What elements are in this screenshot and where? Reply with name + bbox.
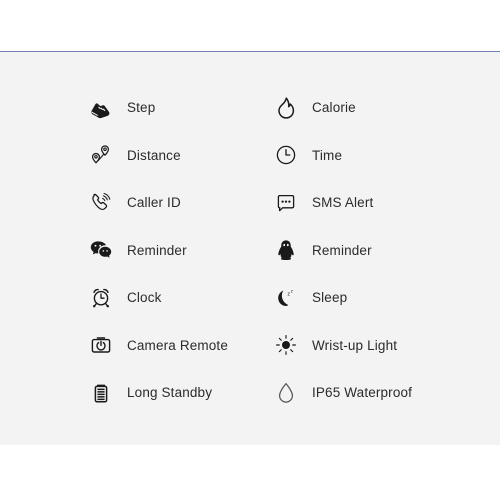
battery-icon: [88, 380, 114, 406]
feature-label: Distance: [127, 147, 181, 163]
feature-item-ip65-waterproof[interactable]: IP65 Waterproof: [273, 369, 478, 417]
feature-item-camera-remote[interactable]: Camera Remote: [88, 322, 273, 370]
camera-icon: [88, 332, 114, 358]
top-white-band: [0, 0, 500, 51]
feature-item-reminder-qq[interactable]: Reminder: [273, 227, 478, 275]
feature-label: Wrist-up Light: [312, 337, 398, 353]
feature-label: Calorie: [312, 100, 356, 115]
feature-item-long-standby[interactable]: Long Standby: [88, 369, 273, 417]
feature-label: Reminder: [312, 242, 372, 258]
feature-label: Caller ID: [127, 195, 181, 210]
flame-icon: [273, 95, 299, 121]
feature-label: Step: [127, 100, 156, 115]
feature-label: Camera Remote: [127, 337, 228, 353]
sneaker-icon: [88, 95, 114, 121]
feature-label: Clock: [127, 290, 162, 305]
feature-item-sleep[interactable]: z z Sleep: [273, 274, 478, 322]
crescent-moon-zz-icon: z z: [273, 285, 299, 311]
alarm-clock-icon: [88, 285, 114, 311]
wechat-icon: [88, 237, 114, 263]
feature-label: Sleep: [312, 290, 348, 305]
feature-item-wrist-up-light[interactable]: Wrist-up Light: [273, 322, 478, 370]
feature-label: Long Standby: [127, 385, 213, 400]
bottom-white-band: [0, 445, 500, 500]
feature-item-caller-id[interactable]: Caller ID: [88, 179, 273, 227]
feature-panel: Step Calorie Distance Time Caller ID SMS…: [0, 52, 500, 445]
feature-grid: Step Calorie Distance Time Caller ID SMS…: [88, 84, 478, 417]
feature-item-step[interactable]: Step: [88, 84, 273, 132]
feature-label: Reminder: [127, 242, 187, 258]
water-droplet-icon: [273, 380, 299, 406]
sun-icon: [273, 332, 299, 358]
feature-item-time[interactable]: Time: [273, 132, 478, 180]
feature-item-calorie[interactable]: Calorie: [273, 84, 478, 132]
phone-ring-icon: [88, 190, 114, 216]
feature-item-distance[interactable]: Distance: [88, 132, 273, 180]
feature-label: SMS Alert: [312, 195, 374, 210]
feature-list-page: Step Calorie Distance Time Caller ID SMS…: [0, 0, 500, 500]
qq-penguin-icon: [273, 237, 299, 263]
clock-circle-icon: [273, 142, 299, 168]
feature-label: Time: [312, 147, 343, 163]
feature-label: IP65 Waterproof: [312, 385, 413, 400]
feature-item-reminder-wechat[interactable]: Reminder: [88, 227, 273, 275]
feature-item-sms-alert[interactable]: SMS Alert: [273, 179, 478, 227]
feature-item-clock[interactable]: Clock: [88, 274, 273, 322]
route-pins-icon: [88, 142, 114, 168]
svg-text:z: z: [291, 288, 293, 293]
speech-bubble-dots-icon: [273, 190, 299, 216]
